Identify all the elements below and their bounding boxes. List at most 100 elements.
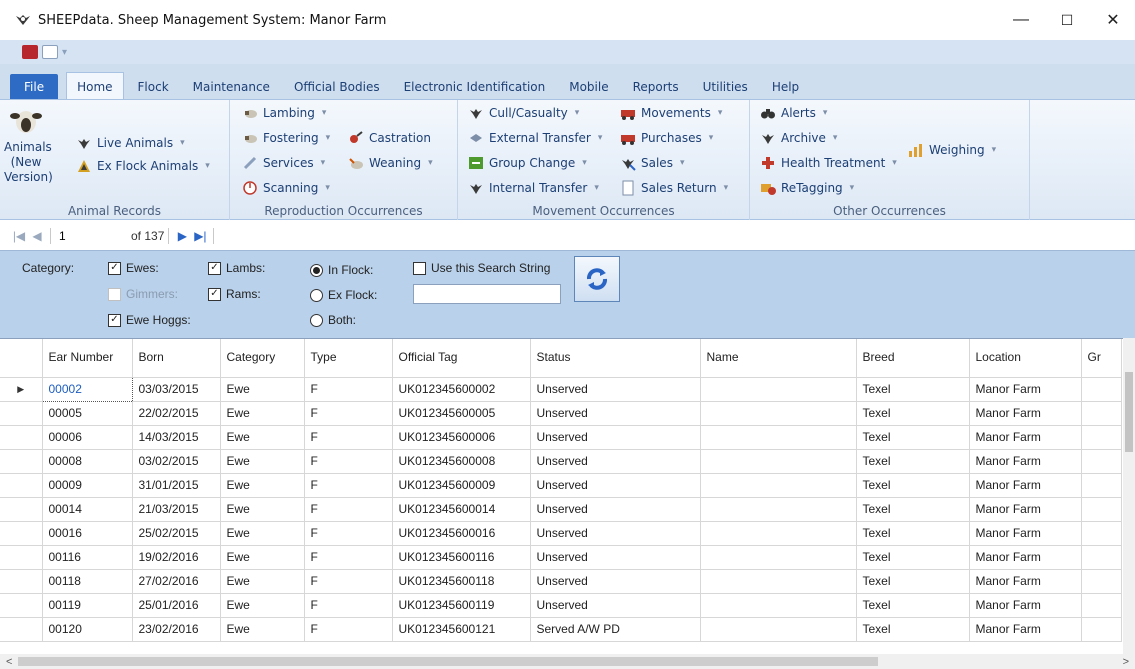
table-row[interactable]: 00006 14/03/2015 Ewe F UK012345600006 Unserve… [0, 425, 1122, 450]
both-radio[interactable]: Both: [310, 311, 356, 329]
table-cell[interactable]: 22/02/2015 [132, 401, 221, 426]
table-cell[interactable]: UK012345600008 [392, 449, 531, 474]
column-header[interactable]: Location [969, 339, 1082, 378]
table-cell[interactable]: Ewe [220, 497, 305, 522]
tab-file[interactable]: File [10, 74, 59, 100]
horizontal-scrollbar[interactable]: < > [0, 654, 1135, 669]
table-cell[interactable]: Unserved [530, 593, 701, 618]
column-header[interactable]: Status [530, 339, 701, 378]
tab-home[interactable]: Home [66, 72, 124, 100]
table-cell[interactable]: Texel [856, 425, 970, 450]
table-cell[interactable]: 21/03/2015 [132, 497, 221, 522]
tab-electronic-identification[interactable]: Electronic Identification [394, 74, 556, 100]
table-cell[interactable]: UK012345600006 [392, 425, 531, 450]
table-cell[interactable]: Ewe [220, 569, 305, 594]
sales-button[interactable]: Sales ▾ [620, 153, 684, 173]
table-cell[interactable]: 00120 [42, 617, 133, 642]
column-header[interactable]: Breed [856, 339, 970, 378]
tab-mobile[interactable]: Mobile [559, 74, 618, 100]
column-header[interactable]: Ear Number [42, 339, 133, 378]
table-row[interactable]: 00009 31/01/2015 Ewe F UK012345600009 Unserve… [0, 473, 1122, 498]
table-cell[interactable]: F [304, 521, 393, 546]
table-cell[interactable]: F [304, 425, 393, 450]
scroll-thumb[interactable] [18, 657, 878, 666]
table-cell[interactable]: 00116 [42, 545, 133, 570]
table-cell[interactable]: F [304, 617, 393, 642]
table-cell[interactable]: UK012345600002 [392, 377, 531, 402]
external-transfer-button[interactable]: External Transfer ▾ [468, 128, 602, 148]
table-cell[interactable]: 03/02/2015 [132, 449, 221, 474]
last-record-icon[interactable]: ▶| [191, 229, 209, 243]
tab-flock[interactable]: Flock [128, 74, 179, 100]
purchases-button[interactable]: Purchases ▾ [620, 128, 713, 148]
table-cell[interactable] [1081, 425, 1122, 450]
table-cell[interactable] [700, 473, 857, 498]
table-cell[interactable] [1081, 473, 1122, 498]
table-cell[interactable]: Texel [856, 449, 970, 474]
tab-reports[interactable]: Reports [623, 74, 689, 100]
table-cell[interactable]: Manor Farm [969, 545, 1082, 570]
current-row-indicator-icon[interactable]: ▶ [0, 377, 43, 402]
table-cell[interactable] [1081, 593, 1122, 618]
table-cell[interactable]: Manor Farm [969, 497, 1082, 522]
scroll-thumb[interactable] [1125, 372, 1133, 452]
table-cell[interactable]: Texel [856, 497, 970, 522]
table-cell[interactable]: Ewe [220, 377, 305, 402]
row-header[interactable] [0, 521, 43, 546]
table-cell[interactable]: Unserved [530, 425, 701, 450]
column-header[interactable]: Gr [1081, 339, 1122, 378]
fostering-button[interactable]: Fostering ▾ [242, 128, 330, 148]
table-cell[interactable]: Unserved [530, 401, 701, 426]
table-cell[interactable]: Unserved [530, 545, 701, 570]
live-animals-button[interactable]: Live Animals ▾ [76, 133, 185, 153]
column-header[interactable]: Born [132, 339, 221, 378]
table-cell[interactable]: UK012345600005 [392, 401, 531, 426]
table-row[interactable]: 00008 03/02/2015 Ewe F UK012345600008 Unserve… [0, 449, 1122, 474]
row-header[interactable] [0, 569, 43, 594]
table-cell[interactable] [1081, 449, 1122, 474]
table-cell[interactable]: Manor Farm [969, 449, 1082, 474]
previous-record-icon[interactable]: ◀ [28, 229, 46, 243]
table-row[interactable]: 00119 25/01/2016 Ewe F UK012345600119 Unserve… [0, 593, 1122, 618]
table-cell[interactable]: 00118 [42, 569, 133, 594]
table-cell[interactable]: Unserved [530, 497, 701, 522]
column-header[interactable]: Official Tag [392, 339, 531, 378]
table-cell[interactable]: F [304, 497, 393, 522]
table-row[interactable]: 00120 23/02/2016 Ewe F UK012345600121 Served … [0, 617, 1122, 642]
scroll-right-icon[interactable]: > [1123, 656, 1129, 668]
castration-button[interactable]: Castration [348, 128, 431, 148]
row-header[interactable] [0, 449, 43, 474]
row-header[interactable] [0, 593, 43, 618]
scanning-button[interactable]: Scanning ▾ [242, 178, 330, 198]
table-cell[interactable] [700, 593, 857, 618]
table-cell[interactable]: 31/01/2015 [132, 473, 221, 498]
tab-official-bodies[interactable]: Official Bodies [284, 74, 390, 100]
weaning-button[interactable]: Weaning ▾ [348, 153, 433, 173]
table-cell[interactable]: 00006 [42, 425, 133, 450]
table-cell[interactable]: UK012345600118 [392, 569, 531, 594]
table-cell[interactable]: 23/02/2016 [132, 617, 221, 642]
alerts-button[interactable]: Alerts ▾ [760, 103, 827, 123]
cull-casualty-button[interactable]: Cull/Casualty ▾ [468, 103, 579, 123]
table-cell[interactable]: Texel [856, 617, 970, 642]
table-cell[interactable]: Texel [856, 545, 970, 570]
table-cell[interactable]: 00009 [42, 473, 133, 498]
table-cell[interactable]: Ewe [220, 593, 305, 618]
health-treatment-button[interactable]: Health Treatment ▾ [760, 153, 897, 173]
table-cell[interactable] [700, 401, 857, 426]
table-cell[interactable]: Ewe [220, 473, 305, 498]
table-cell[interactable]: Texel [856, 377, 970, 402]
close-button[interactable]: ✕ [1090, 0, 1135, 40]
table-cell[interactable]: Manor Farm [969, 593, 1082, 618]
table-cell[interactable] [1081, 569, 1122, 594]
column-header[interactable]: Type [304, 339, 393, 378]
table-cell[interactable] [700, 497, 857, 522]
table-cell[interactable]: Manor Farm [969, 617, 1082, 642]
table-cell[interactable]: Served A/W PD [530, 617, 701, 642]
table-row[interactable]: 00118 27/02/2016 Ewe F UK012345600118 Unserve… [0, 569, 1122, 594]
search-input[interactable] [413, 284, 561, 304]
refresh-button[interactable] [574, 256, 620, 302]
ewe-hoggs-checkbox[interactable]: ✓ Ewe Hoggs: [108, 311, 191, 329]
table-row[interactable]: ▶ 00002 03/03/2015 Ewe F UK012345600002 Unserv… [0, 376, 1122, 402]
table-cell[interactable]: Texel [856, 401, 970, 426]
